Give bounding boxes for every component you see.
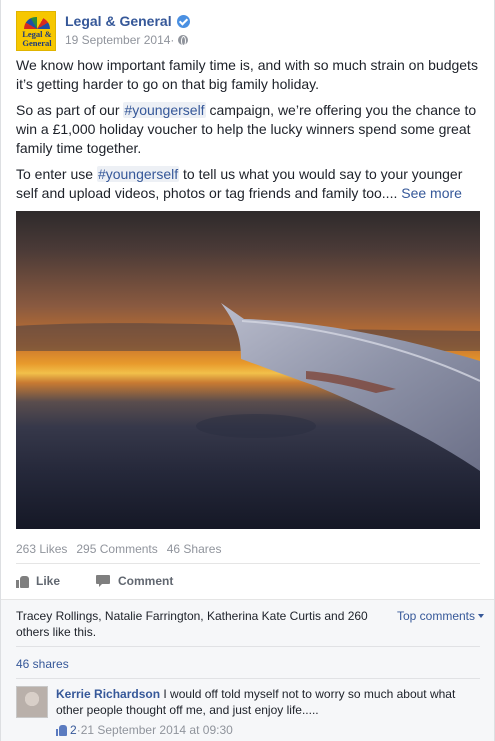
ufi-divider	[16, 646, 480, 647]
post-paragraph-2: So as part of our #youngerself campaign,…	[16, 101, 484, 158]
like-button[interactable]: Like	[16, 574, 60, 588]
comment-timestamp[interactable]: 21 September 2014 at 09:30	[81, 722, 233, 738]
like-icon	[16, 575, 29, 588]
likers-summary[interactable]: Tracey Rollings, Natalie Farrington, Kat…	[16, 608, 376, 640]
likes-count[interactable]: 263 Likes	[16, 541, 67, 557]
top-comments-dropdown[interactable]: Top comments	[397, 608, 484, 624]
top-comments-label: Top comments	[396, 609, 475, 623]
hashtag-link[interactable]: #youngerself	[123, 102, 206, 118]
commenter-avatar[interactable]	[16, 686, 48, 718]
see-more-link[interactable]: See more	[401, 185, 462, 201]
comment-item: Kerrie Richardson I would off told mysel…	[16, 686, 486, 738]
paragraph-text: To enter use	[16, 166, 97, 182]
post-date-row: 19 September 2014 ·	[65, 32, 190, 48]
comment-icon	[96, 575, 111, 587]
shares-link[interactable]: 46 shares	[16, 656, 69, 672]
verified-badge-icon	[176, 14, 190, 28]
post-date[interactable]: 19 September 2014	[65, 32, 170, 48]
comment-button-label: Comment	[118, 574, 174, 588]
like-button-label: Like	[36, 574, 61, 588]
post-stats: 263 Likes 295 Comments 46 Shares	[16, 541, 221, 557]
globe-icon[interactable]	[178, 35, 189, 46]
post-card: Legal & General Legal & General 19 Septem…	[0, 0, 495, 741]
comment-meta: 2 · 21 September 2014 at 09:30	[56, 722, 476, 738]
caret-down-icon	[478, 614, 484, 618]
airplane-wing-illustration	[16, 303, 480, 471]
paragraph-text: So as part of our	[16, 102, 124, 118]
post-meta: Legal & General 19 September 2014 ·	[65, 11, 190, 48]
hashtag-link[interactable]: #youngerself	[96, 166, 180, 182]
feedback-section: Tracey Rollings, Natalie Farrington, Kat…	[1, 599, 494, 741]
logo-wordmark: Legal & General	[22, 29, 52, 48]
stats-divider	[16, 563, 480, 564]
post-photo[interactable]	[16, 211, 480, 529]
date-separator: ·	[170, 33, 175, 47]
ufi-divider	[16, 678, 480, 679]
post-header: Legal & General Legal & General 19 Septem…	[16, 11, 190, 51]
comments-count[interactable]: 295 Comments	[76, 541, 157, 557]
action-bar: Like Comment	[16, 570, 173, 592]
comment-like-icon	[56, 724, 67, 736]
page-name-link[interactable]: Legal & General	[65, 12, 172, 30]
page-logo[interactable]: Legal & General	[16, 11, 56, 51]
comment-body: Kerrie Richardson I would off told mysel…	[56, 686, 476, 738]
post-text: We know how important family time is, an…	[16, 56, 484, 210]
umbrella-icon	[24, 17, 50, 29]
page-name-row: Legal & General	[65, 12, 190, 30]
post-paragraph-3: To enter use #youngerself to tell us wha…	[16, 165, 484, 203]
post-paragraph-1: We know how important family time is, an…	[16, 57, 478, 92]
comment-author[interactable]: Kerrie Richardson	[56, 687, 160, 701]
comment-likes-count[interactable]: 2	[70, 722, 77, 738]
comment-button[interactable]: Comment	[96, 574, 173, 588]
shares-count[interactable]: 46 Shares	[167, 541, 222, 557]
